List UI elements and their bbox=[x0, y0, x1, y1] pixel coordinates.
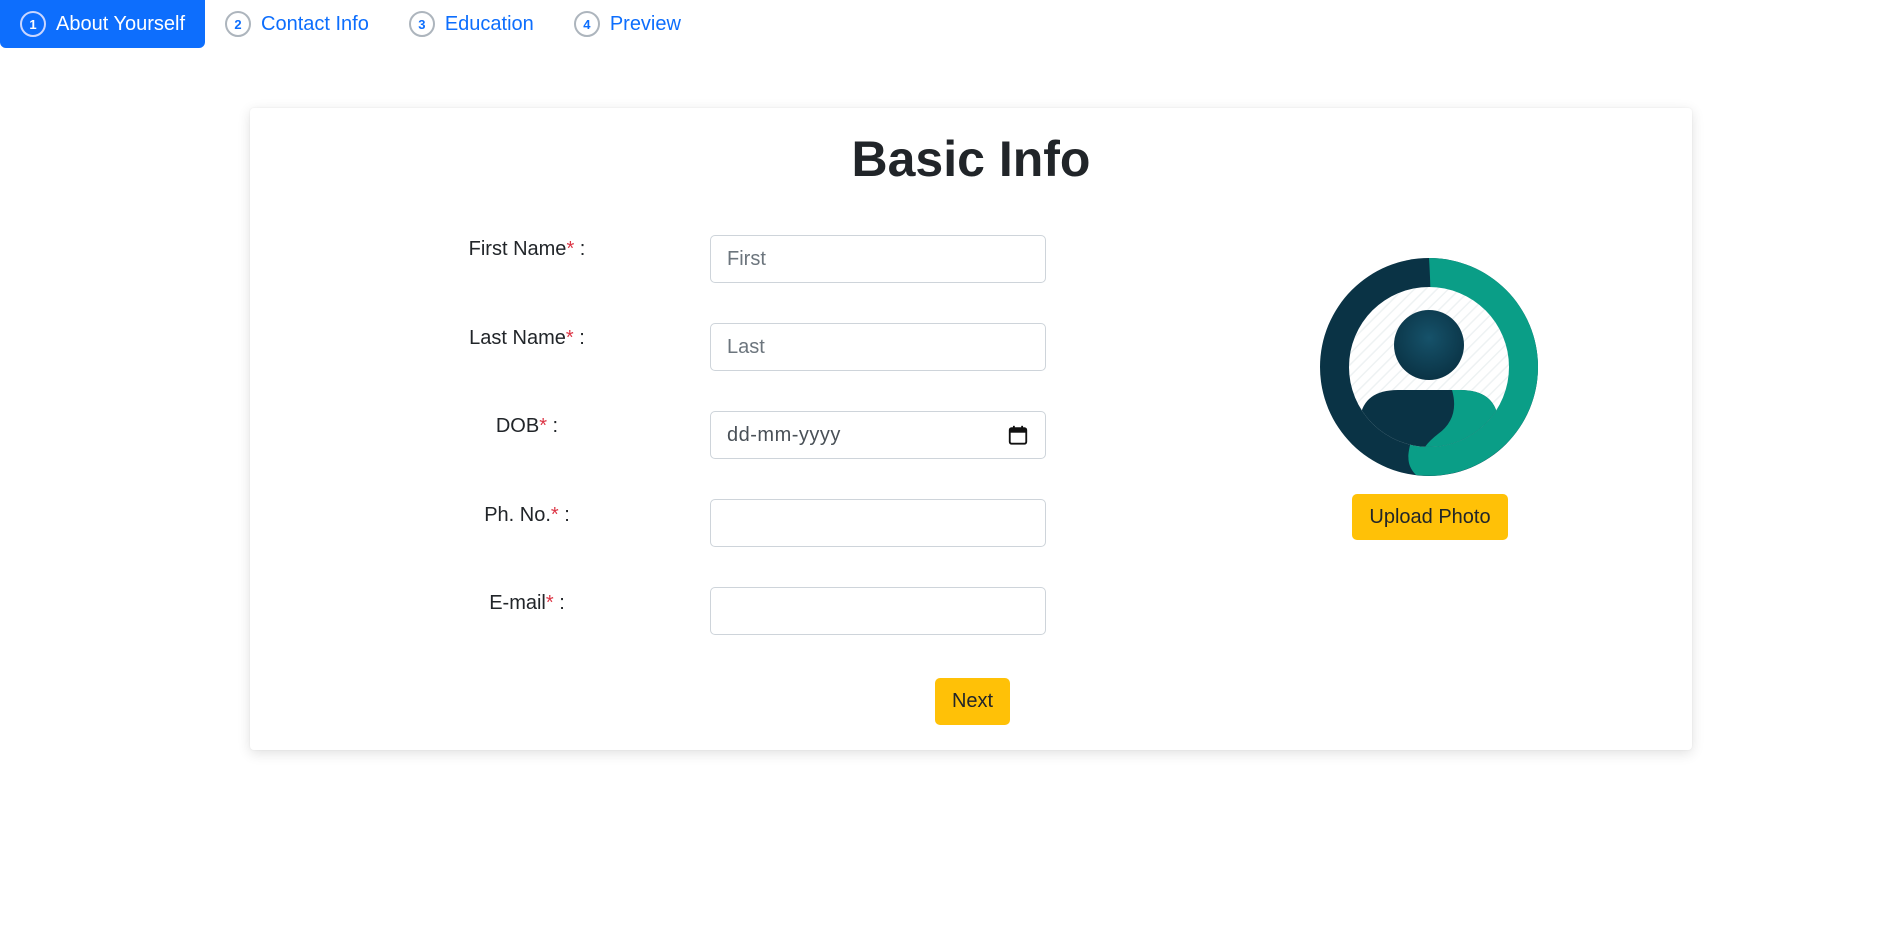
label-suffix: : bbox=[558, 504, 570, 526]
step-number-badge: 2 bbox=[225, 11, 251, 37]
required-mark: * bbox=[539, 415, 547, 437]
step-number-badge: 1 bbox=[20, 11, 46, 37]
tab-about-yourself[interactable]: 1 About Yourself bbox=[0, 0, 205, 48]
basic-info-card: Basic Info First Name* : Last Name* : DO… bbox=[250, 108, 1692, 750]
label-suffix: : bbox=[573, 327, 585, 349]
tab-preview[interactable]: 4 Preview bbox=[554, 0, 701, 48]
tab-label: About Yourself bbox=[56, 12, 185, 35]
phone-label: Ph. No.* : bbox=[397, 504, 657, 527]
next-button[interactable]: Next bbox=[935, 678, 1010, 725]
step-number-badge: 4 bbox=[573, 11, 600, 37]
label-suffix: : bbox=[574, 238, 586, 260]
tab-label: Preview bbox=[609, 12, 681, 35]
upload-photo-button[interactable]: Upload Photo bbox=[1352, 494, 1508, 540]
last-name-input[interactable] bbox=[710, 323, 1046, 371]
label-suffix: : bbox=[547, 415, 559, 437]
date-placeholder: dd-mm-yyyy bbox=[727, 423, 841, 446]
step-number-badge: 3 bbox=[408, 11, 435, 37]
required-mark: * bbox=[545, 592, 554, 614]
first-name-input[interactable] bbox=[710, 235, 1046, 283]
label-text: E-mail bbox=[489, 592, 546, 614]
dob-label: DOB* : bbox=[397, 415, 657, 438]
phone-input[interactable] bbox=[710, 499, 1046, 547]
last-name-label: Last Name* : bbox=[397, 327, 657, 350]
tab-label: Contact Info bbox=[261, 12, 369, 35]
dob-date-input[interactable]: dd-mm-yyyy bbox=[710, 411, 1046, 459]
user-avatar-icon bbox=[1320, 258, 1538, 476]
required-mark: * bbox=[565, 327, 574, 349]
tab-education[interactable]: 3 Education bbox=[389, 0, 554, 48]
required-mark: * bbox=[550, 504, 559, 526]
page-title: Basic Info bbox=[851, 131, 1091, 187]
first-name-label: First Name* : bbox=[397, 238, 657, 261]
label-text: DOB bbox=[495, 415, 540, 437]
step-navigation: 1 About Yourself 2 Contact Info 3 Educat… bbox=[0, 0, 701, 48]
label-suffix: : bbox=[553, 592, 565, 614]
label-text: First Name bbox=[468, 238, 567, 260]
label-text: Last Name bbox=[469, 327, 566, 349]
label-text: Ph. No. bbox=[484, 504, 551, 526]
tab-contact-info[interactable]: 2 Contact Info bbox=[205, 0, 389, 48]
tab-label: Education bbox=[444, 12, 534, 35]
email-input[interactable] bbox=[710, 587, 1046, 635]
email-label: E-mail* : bbox=[397, 592, 657, 615]
calendar-icon[interactable] bbox=[1007, 424, 1029, 446]
